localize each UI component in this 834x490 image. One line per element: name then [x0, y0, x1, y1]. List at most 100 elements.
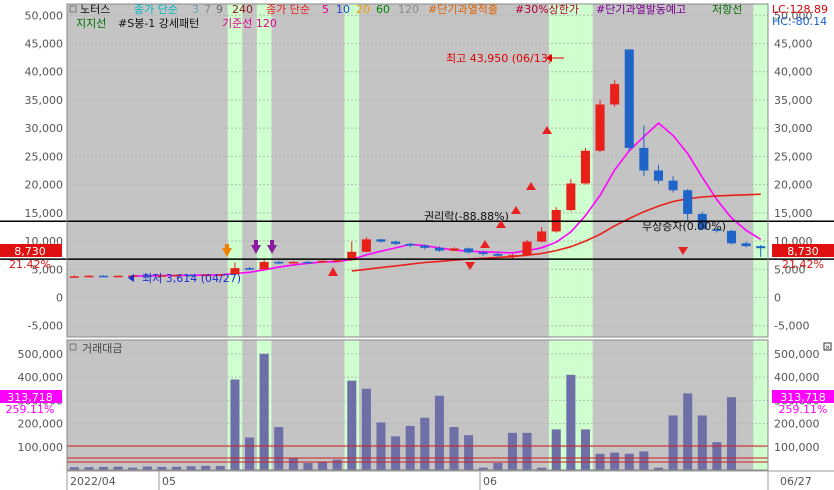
volume-bar[interactable] — [522, 432, 532, 470]
volume-bar[interactable] — [245, 437, 255, 471]
volume-bar[interactable] — [405, 425, 415, 470]
volume-bar[interactable] — [274, 427, 284, 470]
volume-bar[interactable] — [215, 466, 225, 470]
volume-pct-right: 259.11% — [779, 403, 828, 416]
volume-bar[interactable] — [434, 395, 444, 470]
volume-panel[interactable] — [67, 340, 768, 470]
candle[interactable] — [318, 260, 328, 263]
price-tick-label: 15,000 — [25, 207, 64, 220]
candle[interactable] — [376, 239, 386, 242]
price-tick-label: 40,000 — [774, 66, 813, 79]
candle[interactable] — [113, 275, 123, 278]
candle[interactable] — [566, 183, 576, 211]
volume-bar[interactable] — [551, 429, 561, 470]
legend-ma-9: 9 — [216, 3, 223, 16]
candle[interactable] — [580, 150, 590, 184]
candle[interactable] — [624, 49, 634, 148]
current-price-right: 8,730 — [787, 245, 819, 258]
volume-tick-label: 400,000 — [774, 371, 820, 384]
candle[interactable] — [756, 246, 766, 249]
volume-bar[interactable] — [201, 465, 211, 470]
volume-tick-label: 400,000 — [18, 371, 64, 384]
volume-title: 거래대금 — [82, 342, 122, 355]
legend-ma-label-b: 종가 단순 — [266, 3, 310, 16]
annotation-low: 최저 3,614 (04/27) — [142, 272, 241, 285]
price-tick-label: 40,000 — [25, 66, 64, 79]
volume-tick-label: 500,000 — [18, 348, 64, 361]
x-label-april: 2022/04 — [70, 475, 116, 488]
candle[interactable] — [259, 261, 269, 270]
candle[interactable] — [741, 243, 751, 247]
volume-bar[interactable] — [639, 451, 649, 470]
candle[interactable] — [537, 231, 547, 242]
volume-bar[interactable] — [230, 379, 240, 470]
candle[interactable] — [391, 241, 401, 244]
price-tick-label: 30,000 — [774, 122, 813, 135]
candle[interactable] — [420, 245, 430, 248]
volume-bar[interactable] — [142, 466, 152, 470]
volume-bar[interactable] — [566, 374, 576, 470]
legend-ma-240: 240 — [232, 3, 253, 16]
volume-bar[interactable] — [726, 397, 737, 470]
annotation-high: 최고 43,950 (06/13) — [446, 52, 552, 65]
candle[interactable] — [405, 243, 415, 246]
annotation-rights: 권리락(-88.88%) — [424, 210, 509, 223]
price-tick-label: 15,000 — [774, 207, 813, 220]
volume-tick-label: 100,000 — [18, 441, 64, 454]
candle[interactable] — [332, 260, 342, 262]
legend-ma-7: 7 — [204, 3, 211, 16]
volume-tick-label: 200,000 — [774, 418, 820, 431]
volume-bar[interactable] — [332, 459, 342, 470]
candle[interactable] — [288, 261, 298, 264]
stock-chart[interactable]: 50,000 45,000 40,000 35,000 30,000 25,000 20,0… — [0, 0, 834, 490]
price-tick-label: 0 — [56, 291, 63, 304]
candle[interactable] — [595, 104, 605, 151]
volume-tick-label: 500,000 — [774, 348, 820, 361]
candle[interactable] — [434, 247, 444, 251]
volume-bar[interactable] — [507, 432, 517, 470]
volume-bar[interactable] — [683, 393, 693, 470]
candle[interactable] — [464, 248, 474, 253]
candle[interactable] — [522, 241, 532, 256]
volume-bar[interactable] — [318, 461, 328, 470]
candle[interactable] — [668, 180, 678, 191]
warning-arrow-stem — [254, 240, 258, 246]
candle[interactable] — [639, 147, 649, 171]
candle[interactable] — [726, 230, 737, 244]
volume-bar[interactable] — [449, 427, 459, 470]
candle[interactable] — [610, 84, 620, 105]
candle[interactable] — [653, 170, 663, 181]
volume-bar[interactable] — [610, 452, 620, 470]
volume-bar[interactable] — [493, 463, 503, 470]
overheat-arrow-stem — [225, 244, 229, 249]
candle[interactable] — [683, 190, 693, 214]
highlight-band — [256, 4, 272, 337]
annotation-bonus: 무상증자(0.00%) — [642, 220, 726, 233]
warning-arrow-stem — [270, 240, 274, 246]
close-panel-glyph: × — [825, 344, 831, 352]
price-tick-label: 25,000 — [25, 150, 64, 163]
volume-bar[interactable] — [580, 429, 590, 470]
candle[interactable] — [507, 255, 517, 257]
volume-bar[interactable] — [464, 435, 474, 470]
volume-bar[interactable] — [391, 436, 401, 470]
volume-tick-label: 100,000 — [774, 441, 820, 454]
highlight-band — [563, 4, 579, 337]
candle[interactable] — [98, 275, 109, 278]
volume-bar[interactable] — [288, 458, 298, 470]
candle[interactable] — [84, 275, 94, 278]
volume-bar[interactable] — [259, 353, 269, 470]
candle[interactable] — [69, 276, 79, 278]
volume-bar[interactable] — [303, 463, 313, 470]
x-label-june: 06 — [483, 475, 497, 488]
candle[interactable] — [361, 239, 371, 252]
legend-base-line: 기준선 120 — [222, 17, 277, 30]
candle[interactable] — [245, 268, 255, 270]
candle[interactable] — [303, 261, 313, 264]
candle[interactable] — [274, 261, 284, 264]
volume-bar[interactable] — [347, 380, 357, 470]
candle[interactable] — [493, 254, 503, 256]
candle[interactable] — [449, 248, 459, 251]
candle[interactable] — [478, 252, 488, 255]
volume-bar[interactable] — [186, 466, 196, 470]
